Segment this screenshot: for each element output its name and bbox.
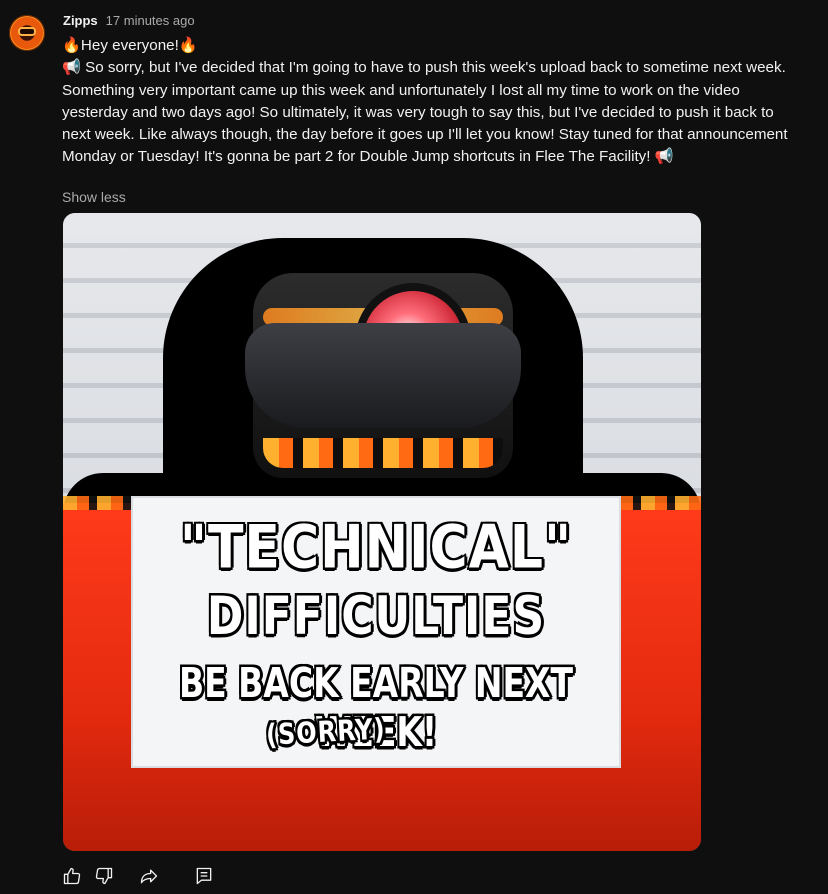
held-sign: "TECHNICAL" DIFFICULTIES BE BACK EARLY N… bbox=[131, 496, 621, 768]
sign-line-difficulties: DIFFICULTIES bbox=[205, 584, 546, 649]
thumbs-up-icon[interactable] bbox=[60, 864, 84, 888]
show-less-button[interactable]: Show less bbox=[62, 189, 126, 205]
thumbs-down-icon[interactable] bbox=[92, 864, 116, 888]
comment-icon[interactable] bbox=[192, 864, 216, 888]
share-icon[interactable] bbox=[137, 864, 161, 888]
chin-flames bbox=[263, 438, 503, 468]
post-image[interactable]: "TECHNICAL" DIFFICULTIES BE BACK EARLY N… bbox=[63, 213, 701, 851]
character-mask bbox=[245, 323, 521, 428]
post-timestamp[interactable]: 17 minutes ago bbox=[106, 13, 195, 28]
post-text-line1: 🔥Hey everyone!🔥 bbox=[62, 37, 198, 54]
sign-line-technical: "TECHNICAL" bbox=[178, 512, 573, 584]
post-header: Zipps 17 minutes ago bbox=[63, 13, 195, 31]
community-post: Zipps 17 minutes ago 🔥Hey everyone!🔥 📢 S… bbox=[0, 0, 828, 894]
avatar-visor-icon bbox=[18, 27, 36, 36]
post-text-line2: 📢 So sorry, but I've decided that I'm go… bbox=[62, 59, 788, 166]
post-actions bbox=[58, 862, 216, 890]
sign-line-sorry: (SORRY) bbox=[264, 710, 389, 753]
author-name[interactable]: Zipps bbox=[63, 13, 98, 28]
channel-avatar[interactable] bbox=[9, 15, 45, 51]
post-body: 🔥Hey everyone!🔥 📢 So sorry, but I've dec… bbox=[62, 35, 790, 169]
